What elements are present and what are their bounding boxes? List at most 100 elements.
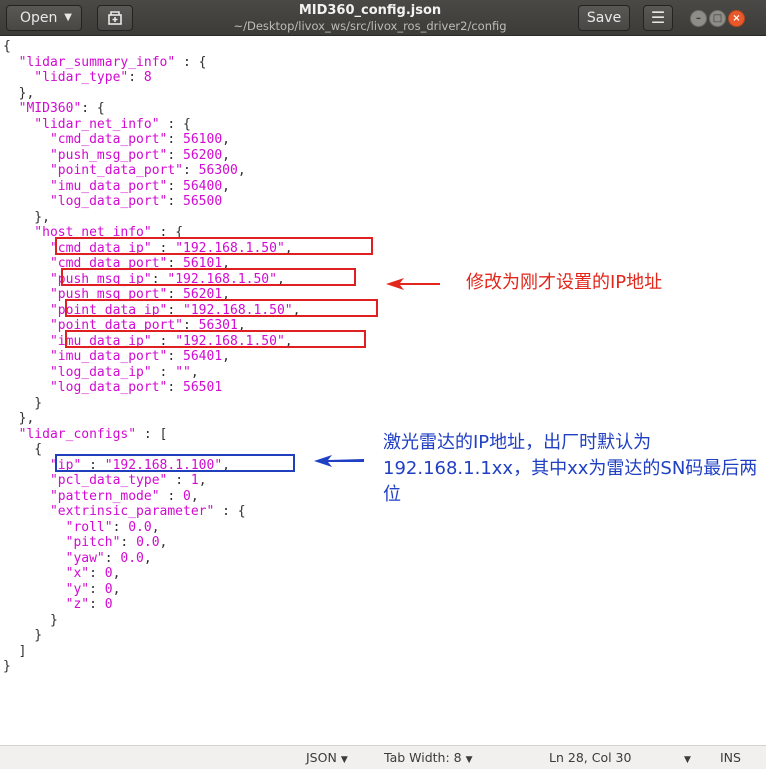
code-token: "x"	[3, 566, 90, 581]
annotation-modify-ip: 修改为刚才设置的IP地址	[466, 272, 663, 293]
blue-arrow-icon	[314, 455, 364, 467]
code-line: },	[3, 210, 50, 225]
code-token: 0.0	[120, 550, 144, 566]
code-token: ,	[222, 147, 230, 163]
code-token: ,	[198, 473, 207, 488]
code-token: : [	[136, 426, 168, 442]
red-arrow-icon	[386, 278, 440, 290]
language-selector[interactable]: JSON ▼	[306, 746, 348, 769]
window-title-area: MID360_config.json ~/Desktop/livox_ws/sr…	[200, 3, 540, 33]
code-line: ]	[3, 643, 27, 659]
tab-width-label: Tab Width: 8	[384, 750, 462, 765]
code-token: ,	[190, 364, 199, 380]
code-token: :	[167, 147, 184, 163]
code-token: },	[3, 209, 50, 225]
code-line: "pitch": 0.0,	[3, 535, 168, 550]
code-token: :	[112, 519, 129, 535]
code-token: :	[151, 364, 176, 380]
code-token: :	[167, 194, 184, 209]
code-token: :	[167, 380, 184, 395]
code-token: },	[3, 85, 35, 101]
code-line: "MID360": {	[3, 101, 105, 116]
tab-width-selector[interactable]: Tab Width: 8 ▼	[384, 746, 473, 769]
code-token: :	[89, 566, 105, 581]
code-token: : {	[175, 54, 207, 70]
annotation-lidar-ip-note: 激光雷达的IP地址，出厂时默认为192.168.1.1xx，其中xx为雷达的SN…	[383, 432, 758, 505]
close-button[interactable]: ×	[728, 10, 745, 27]
code-token: },	[3, 411, 35, 426]
code-token: :	[183, 163, 199, 178]
code-token: }	[3, 612, 58, 628]
save-button[interactable]: Save	[578, 5, 630, 31]
code-token: "yaw"	[3, 550, 105, 566]
code-line: "x": 0,	[3, 566, 121, 581]
code-token: :	[167, 178, 184, 194]
window-title: MID360_config.json	[298, 3, 442, 18]
code-token: : {	[81, 101, 105, 116]
code-token: 0	[104, 581, 113, 597]
maximize-button[interactable]: □	[709, 10, 726, 27]
code-token: "log_data_port"	[3, 380, 168, 395]
highlight-mode-dropdown[interactable]: ▼	[680, 746, 691, 769]
code-line: "pcl_data_type" : 1,	[3, 473, 207, 488]
code-token: "log_data_port"	[3, 194, 168, 209]
open-button[interactable]: Open ▼	[6, 5, 82, 31]
code-token: :	[167, 349, 184, 364]
code-token: ,	[159, 535, 168, 550]
code-line: "log_data_ip" : "",	[3, 365, 199, 380]
code-line: {	[3, 442, 42, 457]
code-line: "y": 0,	[3, 581, 121, 597]
code-token: 56401	[183, 349, 223, 364]
code-token: "imu_data_port"	[3, 178, 168, 194]
insert-mode-indicator: INS	[720, 750, 741, 765]
code-token: :	[89, 581, 105, 597]
hamburger-menu-icon: ☰	[650, 8, 666, 27]
code-token: 1	[190, 473, 199, 488]
highlight-push-msg-ip	[61, 268, 356, 286]
caret-down-icon: ▼	[684, 755, 691, 765]
code-token: 0	[104, 566, 113, 581]
code-token: ,	[190, 488, 199, 504]
code-token: 0	[104, 597, 113, 612]
code-token: "y"	[3, 581, 90, 597]
cursor-position: Ln 28, Col 30	[549, 750, 632, 765]
code-token: 56200	[183, 147, 223, 163]
highlight-lidar-ip	[55, 454, 295, 472]
new-tab-button[interactable]	[97, 5, 133, 31]
highlight-cmd-data-ip	[55, 237, 373, 255]
minimize-button[interactable]: –	[690, 10, 707, 27]
code-token: "pcl_data_type"	[3, 473, 168, 488]
code-token: "point_data_port"	[3, 163, 184, 178]
code-token: :	[128, 70, 144, 85]
code-line: "imu_data_port": 56401,	[3, 349, 230, 364]
code-token: 0.0	[128, 519, 152, 535]
code-token: 56400	[183, 178, 223, 194]
code-token: :	[167, 473, 191, 488]
code-token: "roll"	[3, 519, 113, 535]
code-token: 56300	[198, 163, 238, 178]
code-token: "push_msg_port"	[3, 147, 168, 163]
code-line: "extrinsic_parameter" : {	[3, 504, 246, 519]
code-token: 0.0	[136, 535, 160, 550]
code-token: ]	[3, 643, 27, 659]
text-editor[interactable]: } ] } } "z": 0 "y": 0, "x": 0, "yaw": 0.…	[0, 37, 766, 745]
code-line: "cmd_data_port": 56100,	[3, 132, 230, 147]
code-token: "lidar_net_info"	[3, 116, 160, 132]
code-line: "point_data_port": 56300,	[3, 163, 246, 178]
code-token: ,	[237, 163, 246, 178]
caret-down-icon: ▼	[465, 755, 473, 765]
code-token: "pattern_mode"	[3, 488, 160, 504]
code-token: ,	[143, 550, 152, 566]
code-token: 56500	[183, 194, 223, 209]
code-token: }	[3, 628, 43, 643]
menu-button[interactable]: ☰	[643, 5, 673, 31]
code-token: "MID360"	[3, 101, 82, 116]
code-line: },	[3, 85, 35, 101]
code-token: :	[120, 535, 137, 550]
code-token: ,	[151, 519, 160, 535]
maximize-icon: □	[712, 13, 723, 24]
code-token: : {	[214, 504, 246, 519]
code-token: 56501	[183, 380, 223, 395]
open-button-label: Open	[20, 10, 58, 26]
highlight-point-data-ip	[65, 299, 378, 317]
